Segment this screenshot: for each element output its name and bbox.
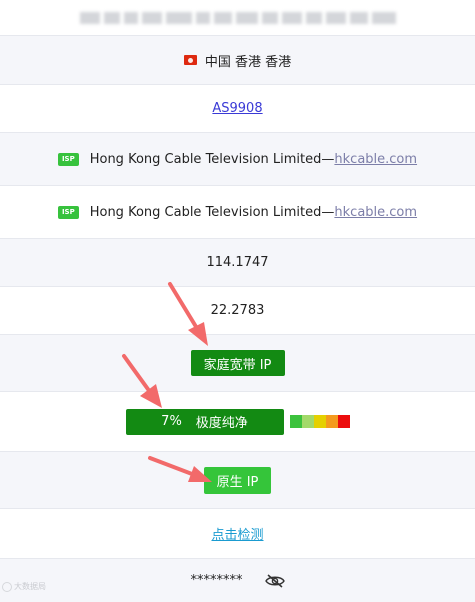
origin-row: 原生 IP — [0, 452, 475, 509]
annotation-arrow-1 — [168, 282, 208, 346]
isp-name: Hong Kong Cable Television Limited— — [89, 151, 335, 167]
isp-badge-icon: ISP — [57, 205, 79, 219]
ip-type-label: 家庭宽带 IP — [203, 357, 272, 373]
isp-badge-icon: ISP — [57, 152, 79, 166]
isp-row-1: ISP Hong Kong Cable Television Limited— … — [0, 133, 475, 186]
masked-value: ******** — [190, 573, 243, 588]
watermark-text: 大数据局 — [14, 582, 46, 591]
watermark-icon — [2, 581, 12, 592]
latitude-row: 22.2783 — [0, 287, 475, 335]
scale-segment-2 — [301, 415, 314, 428]
purity-scale — [289, 415, 350, 428]
eye-off-icon[interactable] — [264, 573, 285, 588]
blurred-text — [79, 11, 396, 24]
asn-row: AS9908 — [0, 85, 475, 133]
isp-domain-link[interactable]: hkcable.com — [334, 152, 417, 167]
hong-kong-flag-icon — [183, 55, 197, 65]
origin-badge: 原生 IP — [204, 466, 271, 494]
ip-type-badge: 家庭宽带 IP — [190, 350, 285, 376]
watermark-logo: 大数据局 — [2, 581, 46, 592]
origin-label: 原生 IP — [216, 474, 259, 490]
scale-segment-1 — [289, 415, 302, 428]
isp-name: Hong Kong Cable Television Limited— — [89, 204, 335, 220]
hidden-row: ******** — [0, 559, 475, 602]
purity-row: 7% 极度纯净 — [0, 392, 475, 452]
longitude-value: 114.1747 — [206, 255, 269, 270]
annotation-arrow-2 — [122, 354, 162, 408]
location-text: 中国 香港 香港 — [204, 54, 292, 70]
blurred-ip-header — [0, 0, 475, 36]
purity-percent: 7% — [161, 414, 182, 429]
purity-label: 极度纯净 — [195, 416, 248, 431]
latitude-value: 22.2783 — [210, 303, 265, 318]
scale-segment-3 — [313, 415, 326, 428]
isp-row-2: ISP Hong Kong Cable Television Limited— … — [0, 186, 475, 239]
ip-type-row: 家庭宽带 IP — [0, 335, 475, 392]
longitude-row: 114.1747 — [0, 239, 475, 287]
detect-link[interactable]: 点击检测 — [211, 524, 263, 543]
isp-domain-link[interactable]: hkcable.com — [334, 205, 417, 220]
purity-badge: 7% 极度纯净 — [125, 408, 284, 435]
annotation-arrow-3 — [148, 456, 212, 482]
scale-segment-4 — [325, 415, 338, 428]
asn-link[interactable]: AS9908 — [212, 101, 262, 116]
scale-segment-5 — [337, 415, 350, 428]
detect-row: 点击检测 — [0, 509, 475, 559]
location-row: 中国 香港 香港 — [0, 36, 475, 85]
